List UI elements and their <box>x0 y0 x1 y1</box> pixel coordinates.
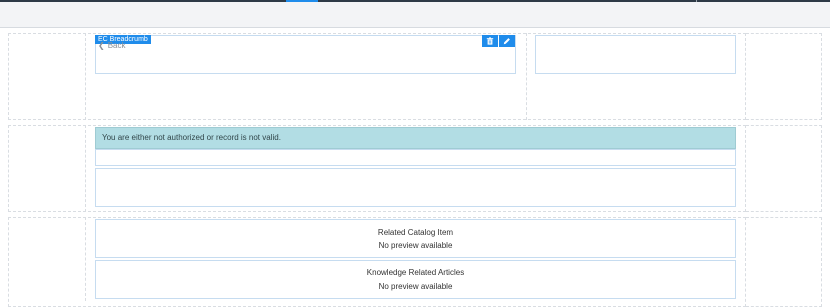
active-tab-indicator <box>286 0 318 2</box>
edit-widget-button[interactable] <box>499 35 515 47</box>
top-bar <box>0 0 830 28</box>
knowledge-articles-widget <box>95 260 736 299</box>
row-2-left-divider <box>85 125 86 212</box>
back-link[interactable]: ❮ Back <box>98 41 126 51</box>
row-1-left-divider <box>85 33 86 120</box>
empty-widget-strip <box>95 149 736 166</box>
related-catalog-empty: No preview available <box>378 241 453 250</box>
related-catalog-title: Related Catalog Item <box>377 228 454 237</box>
chevron-left-icon: ❮ <box>98 41 105 50</box>
related-catalog-widget <box>95 219 736 258</box>
row-3-left-divider <box>85 217 86 301</box>
side-widget <box>535 35 736 74</box>
top-bar-divider <box>696 0 697 2</box>
row-1-middle-divider <box>526 33 527 120</box>
trash-icon <box>486 37 494 45</box>
row-1-right-gutter <box>746 33 822 120</box>
knowledge-articles-empty: No preview available <box>378 282 453 291</box>
breadcrumb-widget[interactable] <box>95 35 516 74</box>
alert-message: You are either not authorized or record … <box>95 127 736 149</box>
delete-widget-button[interactable] <box>482 35 498 47</box>
empty-widget-panel <box>95 168 736 207</box>
row-3-right-gutter <box>746 217 822 307</box>
pencil-icon <box>503 38 510 45</box>
top-bar-strip <box>0 0 830 2</box>
knowledge-articles-title: Knowledge Related Articles <box>366 268 465 277</box>
back-link-label: Back <box>107 41 126 50</box>
row-2-right-gutter <box>746 125 822 212</box>
